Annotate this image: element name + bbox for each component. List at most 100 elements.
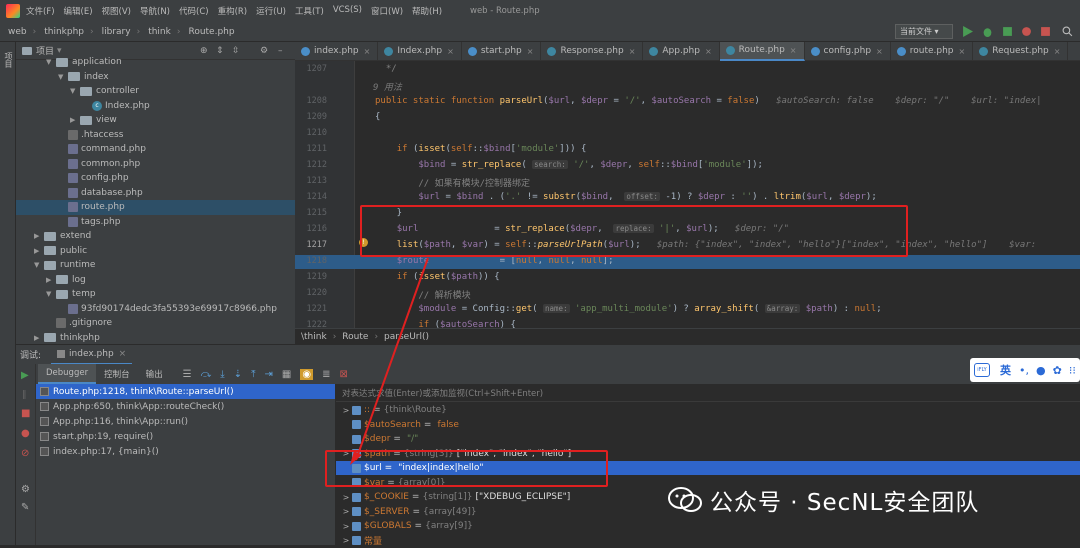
stack-frame[interactable]: App.php:116, think\App::run() [36, 414, 335, 429]
settings-icon[interactable]: ⚙ [21, 484, 30, 495]
breadcrumb-item[interactable]: thinkphp [44, 27, 84, 37]
stop-icon[interactable] [1040, 26, 1051, 37]
editor-tab[interactable]: Request.php × [973, 41, 1069, 61]
chevron-right-icon[interactable]: > [340, 522, 352, 531]
editor-tab[interactable]: App.php × [643, 41, 720, 61]
editor-tab[interactable]: config.php × [805, 41, 891, 61]
chevron-down-icon[interactable]: ▼ [70, 87, 78, 95]
step-over-icon[interactable]: ⤼ [201, 369, 212, 380]
resume-icon[interactable]: ▶ [21, 370, 29, 381]
editor-tab[interactable]: index.php × [295, 41, 379, 61]
stack-frame[interactable]: index.php:17, {main}() [36, 444, 335, 459]
ime-language-toggle[interactable]: 英 [1000, 362, 1011, 378]
chevron-down-icon[interactable]: ▼ [46, 58, 54, 66]
menu-item[interactable]: 帮助(H) [412, 5, 442, 17]
close-icon[interactable]: × [959, 47, 966, 56]
search-everywhere-icon[interactable] [1062, 26, 1073, 37]
menu-item[interactable]: 视图(V) [102, 5, 131, 17]
tree-item[interactable]: config.php [16, 171, 129, 186]
tree-item[interactable]: 93fd90174dedc3fa55393e69917c8966.php [16, 302, 277, 317]
mute-icon[interactable]: ⊘ [21, 448, 29, 459]
breadcrumb-item[interactable]: library [102, 27, 131, 37]
tree-item[interactable]: ▶ thinkphp [16, 331, 100, 345]
variable-row[interactable]: $autoSearch = false [336, 418, 1080, 432]
close-icon[interactable]: × [1054, 47, 1061, 56]
code-line[interactable]: */ [375, 64, 397, 74]
variable-row[interactable]: >:: = {think\Route} [336, 403, 1080, 417]
chevron-right-icon[interactable]: ▶ [46, 276, 54, 284]
editor-tab[interactable]: Route.php × [719, 41, 805, 61]
gear-icon[interactable]: ⚙ [260, 46, 268, 56]
code-editor[interactable]: */ 9 用法 public static function parseUrl($u… [355, 61, 1080, 328]
run-icon[interactable] [962, 26, 973, 37]
punctuation-icon[interactable]: •, [1019, 364, 1029, 377]
tree-item[interactable]: c Index.php [16, 99, 150, 114]
tree-item[interactable]: command.php [16, 142, 146, 157]
chevron-right-icon[interactable]: > [340, 536, 352, 545]
chevron-right-icon[interactable]: > [340, 507, 352, 516]
menu-item[interactable]: 代码(C) [179, 5, 209, 17]
close-icon[interactable]: × [364, 47, 371, 56]
tree-item[interactable]: route.php [16, 200, 295, 215]
editor-tab[interactable]: start.php × [462, 41, 542, 61]
breadcrumb-item[interactable]: think [148, 27, 171, 37]
toolbox-icon[interactable]: ⁝⁝ [1069, 364, 1076, 377]
tree-item[interactable]: ▶ view [16, 113, 117, 128]
editor-tab[interactable]: Response.php × [541, 41, 644, 61]
menu-item[interactable]: 运行(U) [256, 5, 286, 17]
chevron-down-icon[interactable]: ▼ [34, 261, 42, 269]
code-line[interactable]: $module = Config::get( name: 'app_multi_… [375, 304, 882, 314]
tree-item[interactable]: ▶ extend [16, 229, 91, 244]
tree-item[interactable]: ▼ runtime [16, 258, 95, 273]
close-icon[interactable]: × [527, 47, 534, 56]
menu-item[interactable]: 重构(R) [218, 5, 248, 17]
stack-frame[interactable]: start.php:19, require() [36, 429, 335, 444]
tree-item[interactable]: ▶ log [16, 273, 86, 288]
menu-item[interactable]: 文件(F) [26, 5, 55, 17]
tree-item[interactable]: .htaccess [16, 128, 123, 143]
menu-item[interactable]: VCS(S) [333, 5, 362, 17]
variable-row[interactable]: > $GLOBALS = {array[9]} [336, 519, 1080, 533]
chevron-right-icon[interactable]: ▶ [34, 334, 42, 342]
close-icon[interactable]: × [790, 46, 797, 55]
step-out-icon[interactable]: ⤒ [251, 369, 255, 380]
force-step-into-icon[interactable]: ⇣ [234, 369, 242, 380]
tree-item[interactable]: ▼ application [16, 55, 122, 70]
code-line[interactable]: 9 用法 [373, 80, 402, 93]
chevron-right-icon[interactable]: ▶ [34, 232, 42, 240]
close-icon[interactable]: × [876, 47, 883, 56]
step-into-icon[interactable]: ⤓ [220, 369, 224, 380]
tree-item[interactable]: database.php [16, 186, 143, 201]
debug-tab[interactable]: Debugger [38, 364, 97, 384]
debug-tab[interactable]: 输出 [138, 364, 171, 384]
code-line[interactable]: public static function parseUrl($url, $d… [375, 96, 1042, 106]
close-icon[interactable]: × [447, 47, 454, 56]
tree-item[interactable]: ▶ public [16, 244, 87, 259]
close-icon[interactable]: × [705, 47, 712, 56]
evaluate-icon[interactable]: ▦ [282, 369, 291, 380]
close-icon[interactable]: × [629, 47, 636, 56]
editor-breadcrumb-item[interactable]: \think [301, 332, 327, 342]
debug-tab[interactable]: 控制台 [96, 364, 138, 384]
variable-row[interactable]: > 常量 [336, 534, 1080, 548]
tree-item[interactable]: ▼ controller [16, 84, 139, 99]
evaluate-expression-input[interactable]: 对表达式求值(Enter)或添加监视(Ctrl+Shift+Enter) [336, 384, 1080, 402]
coverage-icon[interactable] [1002, 26, 1013, 37]
variable-row[interactable]: $depr = "/" [336, 432, 1080, 446]
chevron-down-icon[interactable]: ▼ [58, 73, 66, 81]
debug-session-tab[interactable]: index.php × [51, 345, 133, 365]
view-breakpoints-icon[interactable]: ● [21, 428, 30, 439]
editor-tab[interactable]: route.php × [891, 41, 974, 61]
collapse-all-icon[interactable]: ⇳ [232, 46, 240, 56]
expand-all-icon[interactable]: ⇕ [216, 46, 224, 56]
skin-icon[interactable]: ✿ [1053, 364, 1062, 377]
chevron-down-icon[interactable]: ▾ [57, 46, 62, 56]
pause-icon[interactable]: ‖ [22, 390, 27, 400]
code-line[interactable]: $bind = str_replace( search: '/', $depr,… [375, 160, 763, 170]
chevron-down-icon[interactable]: ▼ [46, 290, 54, 298]
menu-item[interactable]: 工具(T) [295, 5, 324, 17]
code-line[interactable]: // 如果有模块/控制器绑定 [375, 176, 530, 189]
frames-icon[interactable]: ≣ [322, 369, 330, 380]
profile-icon[interactable] [1021, 26, 1032, 37]
tree-item[interactable]: common.php [16, 157, 140, 172]
